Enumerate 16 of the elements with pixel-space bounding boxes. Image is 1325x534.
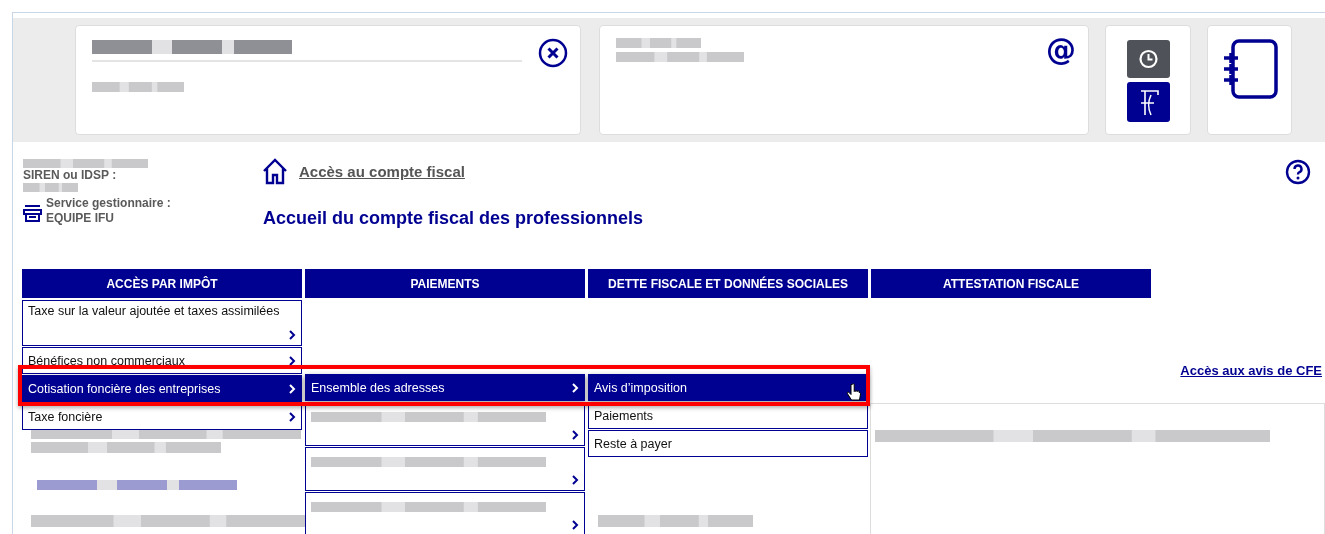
menu-item[interactable]: Ensemble des adresses: [305, 374, 585, 401]
email-sign[interactable]: @: [1046, 32, 1076, 67]
menu-item[interactable]: Cotisation foncière des entreprises: [22, 375, 302, 402]
menu-item[interactable]: Avis d’imposition: [588, 374, 868, 401]
service-label: Service gestionnaire :: [46, 196, 171, 211]
account-link[interactable]: Accès au compte fiscal: [299, 162, 465, 180]
menu-item[interactable]: Taxe sur la valeur ajoutée et taxes assimilées: [22, 300, 302, 346]
nav-tab[interactable]: DETTE FISCALE ET DONNÉES SOCIALES: [588, 269, 868, 298]
nav-tab[interactable]: ACCÈS PAR IMPÔT: [22, 269, 302, 298]
nav-tab[interactable]: ATTESTATION FISCALE: [871, 269, 1151, 298]
menu-item[interactable]: Reste à payer: [588, 430, 868, 457]
cfe-link[interactable]: Accès aux avis de CFE: [1180, 363, 1322, 378]
siren-label: SIREN ou IDSP :: [23, 168, 118, 183]
service-value: EQUIPE IFU: [46, 211, 115, 226]
page-title: Accueil du compte fiscal des professionnels: [263, 208, 645, 229]
nav-tab[interactable]: PAIEMENTS: [305, 269, 585, 298]
